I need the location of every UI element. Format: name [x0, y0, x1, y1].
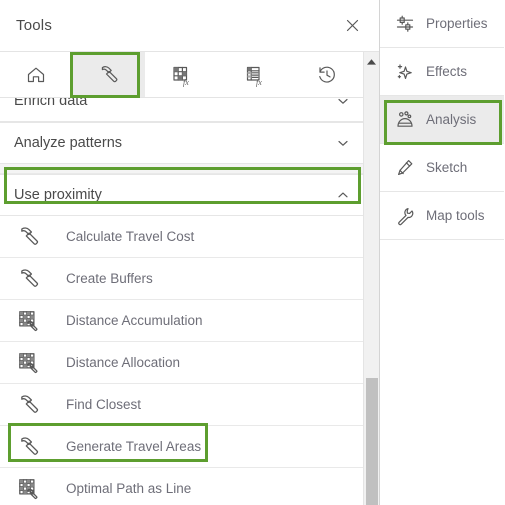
tab-portal-functions[interactable]: fx [218, 52, 291, 97]
sidebar-item-effects[interactable]: Effects [380, 48, 504, 96]
pencil-icon [392, 158, 418, 178]
sparkle-icon [392, 62, 418, 82]
chevron-down-icon [338, 140, 348, 146]
svg-text:fx: fx [183, 78, 189, 87]
raster-hammer-icon [16, 350, 50, 376]
sidebar-item-analysis[interactable]: Analysis [380, 96, 504, 144]
chevron-up-icon [338, 192, 348, 198]
tool-tabs: fx fx [0, 52, 379, 98]
tool-label: Distance Allocation [66, 355, 181, 370]
wrench-icon [392, 206, 418, 226]
tool-item-optimal-path-as-line[interactable]: Optimal Path as Line [0, 468, 364, 505]
section-label: Analyze patterns [14, 135, 123, 151]
tools-panel: Tools fx fx Enrich data Analyze patterns… [0, 0, 380, 505]
tool-label: Generate Travel Areas [66, 439, 202, 454]
hammer-icon [16, 392, 50, 418]
tools-scroll-area: Enrich data Analyze patterns Use proximi… [0, 98, 379, 505]
sidebar-item-map-tools[interactable]: Map tools [380, 192, 504, 240]
scrollbar-thumb[interactable] [366, 378, 378, 505]
panel-header: Tools [0, 0, 379, 52]
chevron-down-icon [338, 98, 348, 104]
sliders-icon [392, 14, 418, 34]
home-icon [28, 67, 45, 82]
tab-raster-functions[interactable]: fx [145, 52, 218, 97]
table-function-icon: fx [246, 66, 262, 87]
raster-hammer-icon [16, 476, 50, 502]
vertical-scrollbar[interactable] [363, 52, 379, 505]
close-button[interactable] [339, 13, 365, 39]
hammer-icon [101, 65, 118, 82]
section-label: Enrich data [14, 98, 88, 109]
sidebar-item-label: Effects [426, 64, 468, 79]
section-label: Use proximity [14, 187, 102, 203]
analysis-icon [392, 110, 418, 130]
section-divider [0, 164, 364, 174]
tool-item-distance-accumulation[interactable]: Distance Accumulation [0, 300, 364, 342]
sidebar-item-label: Map tools [426, 208, 485, 223]
scroll-up-button[interactable] [364, 58, 379, 66]
sidebar-item-sketch[interactable]: Sketch [380, 144, 504, 192]
tools-list: Enrich data Analyze patterns Use proximi… [0, 98, 364, 505]
section-header-enrich-data[interactable]: Enrich data [0, 98, 364, 122]
tool-label: Optimal Path as Line [66, 481, 192, 496]
page-title: Tools [16, 17, 53, 34]
tool-item-calculate-travel-cost[interactable]: Calculate Travel Cost [0, 216, 364, 258]
tab-toolboxes[interactable] [72, 52, 146, 97]
section-header-use-proximity[interactable]: Use proximity [0, 174, 364, 216]
raster-function-icon: fx [173, 66, 190, 87]
section-header-analyze-patterns[interactable]: Analyze patterns [0, 122, 364, 164]
history-clock-icon [318, 66, 335, 83]
sidebar-item-label: Sketch [426, 160, 468, 175]
hammer-icon [16, 434, 50, 460]
sidebar-item-properties[interactable]: Properties [380, 0, 504, 48]
side-panel: Properties Effects Analysis Sketch Map t… [380, 0, 504, 505]
tool-item-find-closest[interactable]: Find Closest [0, 384, 364, 426]
tool-item-create-buffers[interactable]: Create Buffers [0, 258, 364, 300]
scroll-up-arrow-icon [367, 59, 376, 65]
side-panel-empty-space [380, 240, 504, 505]
tab-favorites[interactable] [0, 52, 73, 97]
tool-label: Distance Accumulation [66, 313, 203, 328]
tool-item-generate-travel-areas[interactable]: Generate Travel Areas [0, 426, 364, 468]
tab-history[interactable] [290, 52, 363, 97]
sidebar-item-label: Analysis [426, 112, 477, 127]
svg-text:fx: fx [256, 78, 262, 87]
sidebar-item-label: Properties [426, 16, 488, 31]
tool-label: Calculate Travel Cost [66, 229, 195, 244]
tool-item-distance-allocation[interactable]: Distance Allocation [0, 342, 364, 384]
tool-label: Create Buffers [66, 271, 153, 286]
close-icon [346, 19, 358, 32]
hammer-icon [16, 266, 50, 292]
raster-hammer-icon [16, 308, 50, 334]
tools-pane-window: Tools fx fx Enrich data Analyze patterns… [0, 0, 505, 505]
tool-label: Find Closest [66, 397, 142, 412]
hammer-icon [16, 224, 50, 250]
